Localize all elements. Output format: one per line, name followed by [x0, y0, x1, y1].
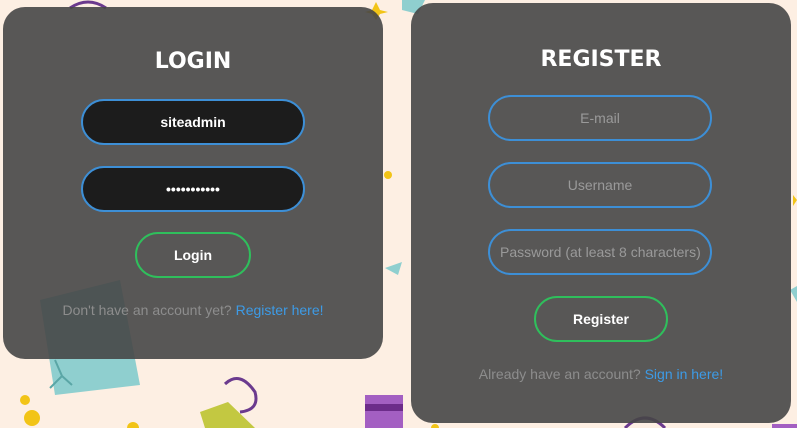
login-password-field[interactable] — [81, 166, 305, 212]
login-username-field[interactable] — [81, 99, 305, 145]
register-title: REGISTER — [540, 47, 662, 72]
confetti-dot — [20, 395, 30, 405]
register-button[interactable]: Register — [534, 296, 668, 342]
register-panel: REGISTER Register Already have an accoun… — [411, 3, 791, 423]
register-password-field[interactable] — [488, 229, 712, 275]
register-link[interactable]: Register here! — [236, 302, 324, 318]
login-button[interactable]: Login — [135, 232, 251, 278]
signin-prompt-text: Already have an account? — [478, 366, 641, 382]
gift-card-icon — [365, 395, 403, 428]
signin-link[interactable]: Sign in here! — [645, 366, 724, 382]
login-title: LOGIN — [154, 49, 232, 74]
signin-prompt: Already have an account? Sign in here! — [411, 366, 791, 382]
confetti-dot — [384, 171, 392, 179]
register-prompt: Don't have an account yet? Register here… — [3, 302, 383, 318]
register-email-field[interactable] — [488, 95, 712, 141]
register-username-field[interactable] — [488, 162, 712, 208]
register-prompt-text: Don't have an account yet? — [62, 302, 232, 318]
confetti-dot — [24, 410, 40, 426]
gift-card-icon — [772, 424, 797, 428]
login-panel: LOGIN Login Don't have an account yet? R… — [3, 7, 383, 359]
